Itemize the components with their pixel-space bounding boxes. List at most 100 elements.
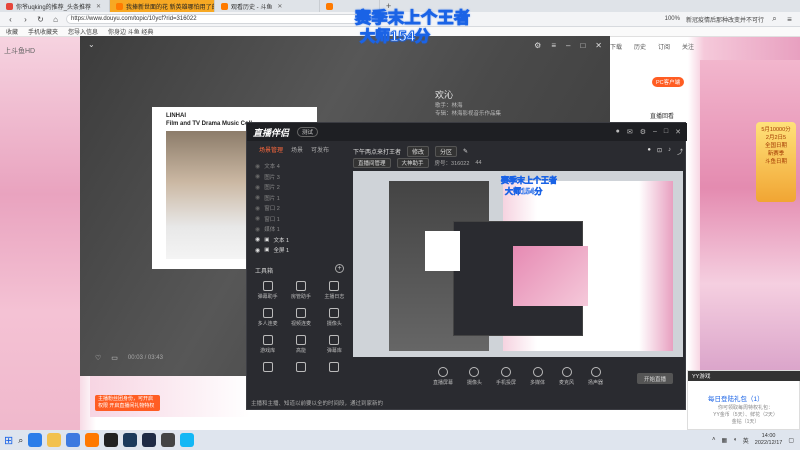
close-icon[interactable]: ✕ [675,128,681,136]
source-item[interactable]: ◉ 图片 3 [251,172,347,183]
volume-icon[interactable]: ◖ [733,437,737,443]
input-language[interactable]: 英 [743,436,749,445]
replay-link[interactable]: 直播回看 [650,111,674,120]
maximize-icon[interactable]: □ [580,41,585,50]
browser-tab[interactable]: 你爷uqking的推荐_头条推荐 ✕ [0,0,110,12]
assistant-button[interactable]: 大神助手 [396,158,429,168]
eye-icon[interactable]: ◉ [255,184,260,191]
eye-icon[interactable]: ◉ [255,163,260,170]
start-icon[interactable]: ⊞ [4,434,13,447]
site-logo[interactable]: 上斗鱼HD [4,46,35,56]
source-item[interactable]: ◉ 窗口 2 [251,203,347,214]
back-icon[interactable]: ‹ [6,15,15,24]
url-field[interactable]: https://www.douyu.com/topic/10ycf?rid=31… [66,14,366,24]
tab-publish[interactable]: 可发布 [311,145,329,154]
tool-item[interactable]: 弹幕库 [318,335,351,354]
stream-preview[interactable]: 赛季末上个王者 大师154分 [353,171,683,357]
avatar[interactable]: ● [616,128,620,136]
tool-item[interactable]: 高能 [284,335,317,354]
pc-client-button[interactable]: PC客户端 [652,77,685,87]
maximize-icon[interactable]: □ [664,128,668,136]
follow-link[interactable]: 关注 [682,42,694,51]
forward-icon[interactable]: › [21,15,30,24]
source-item[interactable]: ◉ 图片 2 [251,182,347,193]
minimize-icon[interactable]: – [566,41,570,50]
eye-icon[interactable]: ◉ [255,236,260,243]
steam-app-icon[interactable] [142,433,157,447]
tool-item[interactable]: 弹幕助手 [251,281,284,300]
tool-item[interactable]: 多人连麦 [251,308,284,327]
zoom-level[interactable]: 100% [665,16,680,22]
tool-item[interactable]: 主播日志 [318,281,351,300]
tool-item[interactable]: 视频连麦 [284,308,317,327]
source-item[interactable]: ◉ 窗口 1 [251,214,347,225]
category-select[interactable]: 分区 [435,145,458,157]
share-icon[interactable]: ⤴ [677,147,683,156]
douyu-app-icon[interactable] [85,433,100,447]
add-tool-icon[interactable]: + [335,264,344,273]
promo-banner[interactable]: 5月10000分 2月2日5 全国日期 新赛季 斗鱼日期 [756,122,796,202]
tool-item[interactable]: 房管助手 [284,281,317,300]
download-link[interactable]: 下载 [610,42,622,51]
source-item[interactable]: ◉ ▣ 全屏 1 [251,245,347,256]
settings-icon[interactable]: ⚙ [640,128,646,136]
assistant-app-icon[interactable] [161,433,176,447]
close-tab-icon[interactable]: ✕ [277,3,282,10]
search-icon[interactable]: ⌕ [770,14,779,24]
notification-title[interactable]: 每日登陆礼包（1） [708,393,764,403]
game-app-icon[interactable] [123,433,138,447]
source-item[interactable]: ◉ 媒体 1 [251,224,347,235]
comment-icon[interactable]: ▭ [111,354,118,362]
source-item[interactable]: ◉ 文本 4 [251,161,347,172]
camera-button[interactable]: 摄像头 [467,367,482,386]
bookmark-item[interactable]: 您导入信息 [68,27,98,36]
close-tab-icon[interactable]: ✕ [96,3,101,10]
eye-icon[interactable]: ◉ [255,194,260,201]
eye-icon[interactable]: ◉ [255,215,260,222]
eye-icon[interactable]: ◉ [255,247,260,254]
bell-icon[interactable]: ♪ [668,147,671,156]
bookmark-item[interactable]: 收藏 [6,27,18,36]
eye-icon[interactable]: ◉ [255,205,260,212]
phone-cast-button[interactable]: 手机投屏 [496,367,516,386]
source-item[interactable]: ◉ 图片 1 [251,193,347,204]
bookmark-item[interactable]: 你身边 斗鱼 经典 [108,27,153,36]
tab-scene-manage[interactable]: 场景管理 [259,145,283,154]
tool-item[interactable] [284,362,317,374]
search-icon[interactable]: ⌕ [18,435,23,446]
message-icon[interactable]: ✉ [627,128,633,136]
room-manage-button[interactable]: 直播间管理 [353,158,391,168]
menu-icon[interactable]: ≡ [785,15,794,24]
browser-tab[interactable]: 观看历史 - 斗鱼 ✕ [215,0,320,12]
edit-icon[interactable]: ✎ [463,148,468,155]
settings-icon[interactable]: ⚙ [534,41,541,50]
eye-icon[interactable]: ◉ [255,226,260,233]
minimize-icon[interactable]: – [653,128,657,136]
fan-club-banner[interactable]: 主播粉丝团身份，可开启权限 开启直播间礼物特权 [95,395,160,411]
network-icon[interactable]: ▦ [721,437,727,444]
chevron-up-icon[interactable]: ˄ [712,437,716,443]
tool-item[interactable] [251,362,284,374]
eye-icon[interactable]: ◉ [255,173,260,180]
lock-icon[interactable]: ⊡ [657,147,662,156]
speaker-button[interactable]: 扬声器 [588,367,603,386]
menu-icon[interactable]: ≡ [551,41,556,50]
media-button[interactable]: 多媒体 [530,367,545,386]
source-item[interactable]: ◉ ▣ 文本 1 [251,235,347,246]
microphone-button[interactable]: 麦克风 [559,367,574,386]
home-icon[interactable]: ⌂ [51,15,60,24]
folder-app-icon[interactable] [47,433,62,447]
tab-scene[interactable]: 场景 [291,145,303,154]
tool-item[interactable] [318,362,351,374]
history-link[interactable]: 历史 [634,42,646,51]
record-icon[interactable]: ● [647,147,651,156]
screen-capture-button[interactable]: 直播屏幕 [433,367,453,386]
browser-tab-active[interactable]: 我捧新世面的花 新英雄哪怕用了的 ✕ [110,0,215,12]
edit-title-button[interactable]: 修改 [407,145,430,157]
search-hint[interactable]: 新冠疫情后那种改变并不可行 [686,15,764,24]
refresh-icon[interactable]: ↻ [36,15,45,24]
music-app-icon[interactable] [104,433,119,447]
lock-icon[interactable]: ▣ [264,237,269,243]
close-icon[interactable]: ✕ [595,41,602,50]
start-live-button[interactable]: 开始直播 [637,373,673,384]
